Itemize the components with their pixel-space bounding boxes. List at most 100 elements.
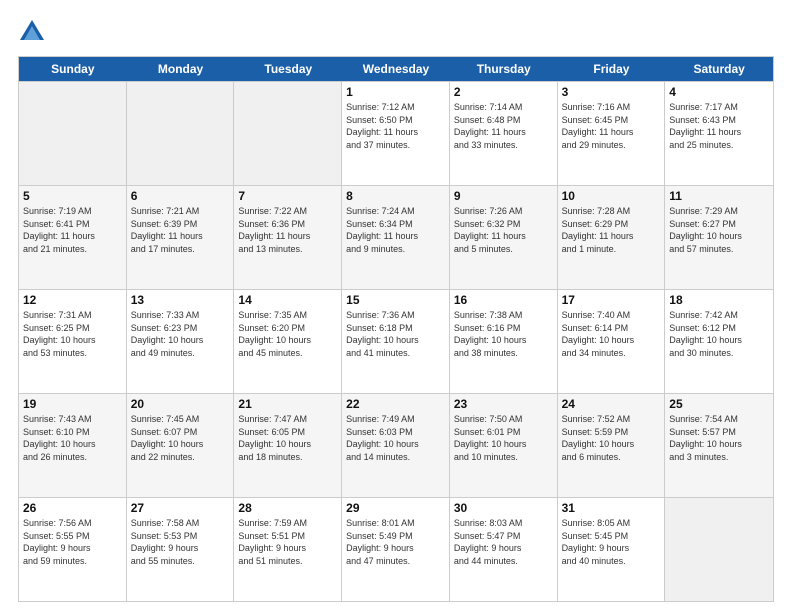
day-info: Sunrise: 7:36 AM Sunset: 6:18 PM Dayligh… — [346, 309, 445, 359]
header-day-friday: Friday — [558, 57, 666, 81]
day-number: 26 — [23, 501, 122, 515]
calendar-body: 1 Sunrise: 7:12 AM Sunset: 6:50 PM Daylig… — [19, 81, 773, 601]
header-day-saturday: Saturday — [665, 57, 773, 81]
empty-cell — [19, 82, 127, 185]
day-number: 1 — [346, 85, 445, 99]
page: SundayMondayTuesdayWednesdayThursdayFrid… — [0, 0, 792, 612]
day-cell-5: 5 Sunrise: 7:19 AM Sunset: 6:41 PM Daylig… — [19, 186, 127, 289]
day-cell-8: 8Sunrise: 7:24 AM Sunset: 6:34 PM Daylig… — [342, 186, 450, 289]
day-number: 13 — [131, 293, 230, 307]
header-day-tuesday: Tuesday — [234, 57, 342, 81]
day-info: Sunrise: 7:40 AM Sunset: 6:14 PM Dayligh… — [562, 309, 661, 359]
week-row-2: 12 Sunrise: 7:31 AM Sunset: 6:25 PM Dayli… — [19, 289, 773, 393]
day-number: 4 — [669, 85, 769, 99]
day-cell-29: 29 Sunrise: 8:01 AM Sunset: 5:49 PM Dayli… — [342, 498, 450, 601]
day-cell-18: 18 Sunrise: 7:42 AM Sunset: 6:12 PM Dayli… — [665, 290, 773, 393]
day-info: Sunrise: 7:26 AM Sunset: 6:32 PM Dayligh… — [454, 205, 553, 255]
week-row-0: 1 Sunrise: 7:12 AM Sunset: 6:50 PM Daylig… — [19, 81, 773, 185]
week-row-1: 5 Sunrise: 7:19 AM Sunset: 6:41 PM Daylig… — [19, 185, 773, 289]
day-info: Sunrise: 7:33 AM Sunset: 6:23 PM Dayligh… — [131, 309, 230, 359]
day-cell-9: 9 Sunrise: 7:26 AM Sunset: 6:32 PM Daylig… — [450, 186, 558, 289]
day-number: 29 — [346, 501, 445, 515]
day-info: Sunrise: 7:52 AM Sunset: 5:59 PM Dayligh… — [562, 413, 661, 463]
day-cell-1: 1 Sunrise: 7:12 AM Sunset: 6:50 PM Daylig… — [342, 82, 450, 185]
calendar-header: SundayMondayTuesdayWednesdayThursdayFrid… — [19, 57, 773, 81]
day-number: 24 — [562, 397, 661, 411]
day-number: 19 — [23, 397, 122, 411]
logo-icon — [18, 18, 46, 46]
day-number: 20 — [131, 397, 230, 411]
day-cell-24: 24 Sunrise: 7:52 AM Sunset: 5:59 PM Dayli… — [558, 394, 666, 497]
day-info: Sunrise: 7:42 AM Sunset: 6:12 PM Dayligh… — [669, 309, 769, 359]
day-cell-26: 26 Sunrise: 7:56 AM Sunset: 5:55 PM Dayli… — [19, 498, 127, 601]
day-cell-7: 7Sunrise: 7:22 AM Sunset: 6:36 PM Daylig… — [234, 186, 342, 289]
day-info: Sunrise: 8:01 AM Sunset: 5:49 PM Dayligh… — [346, 517, 445, 567]
day-number: 25 — [669, 397, 769, 411]
day-info: Sunrise: 7:17 AM Sunset: 6:43 PM Dayligh… — [669, 101, 769, 151]
day-number: 5 — [23, 189, 122, 203]
day-info: Sunrise: 7:28 AM Sunset: 6:29 PM Dayligh… — [562, 205, 661, 255]
day-number: 6 — [131, 189, 230, 203]
day-info: Sunrise: 7:47 AM Sunset: 6:05 PM Dayligh… — [238, 413, 337, 463]
day-number: 23 — [454, 397, 553, 411]
day-info: Sunrise: 7:22 AM Sunset: 6:36 PM Dayligh… — [238, 205, 337, 255]
day-cell-25: 25 Sunrise: 7:54 AM Sunset: 5:57 PM Dayli… — [665, 394, 773, 497]
day-number: 2 — [454, 85, 553, 99]
day-info: Sunrise: 7:43 AM Sunset: 6:10 PM Dayligh… — [23, 413, 122, 463]
day-cell-20: 20 Sunrise: 7:45 AM Sunset: 6:07 PM Dayli… — [127, 394, 235, 497]
day-cell-13: 13 Sunrise: 7:33 AM Sunset: 6:23 PM Dayli… — [127, 290, 235, 393]
day-info: Sunrise: 7:45 AM Sunset: 6:07 PM Dayligh… — [131, 413, 230, 463]
day-number: 16 — [454, 293, 553, 307]
week-row-3: 19 Sunrise: 7:43 AM Sunset: 6:10 PM Dayli… — [19, 393, 773, 497]
day-number: 9 — [454, 189, 553, 203]
day-cell-3: 3Sunrise: 7:16 AM Sunset: 6:45 PM Daylig… — [558, 82, 666, 185]
day-number: 18 — [669, 293, 769, 307]
day-cell-17: 17 Sunrise: 7:40 AM Sunset: 6:14 PM Dayli… — [558, 290, 666, 393]
day-info: Sunrise: 7:12 AM Sunset: 6:50 PM Dayligh… — [346, 101, 445, 151]
day-info: Sunrise: 7:16 AM Sunset: 6:45 PM Dayligh… — [562, 101, 661, 151]
day-number: 22 — [346, 397, 445, 411]
day-info: Sunrise: 7:24 AM Sunset: 6:34 PM Dayligh… — [346, 205, 445, 255]
day-cell-21: 21 Sunrise: 7:47 AM Sunset: 6:05 PM Dayli… — [234, 394, 342, 497]
day-number: 12 — [23, 293, 122, 307]
week-row-4: 26 Sunrise: 7:56 AM Sunset: 5:55 PM Dayli… — [19, 497, 773, 601]
calendar: SundayMondayTuesdayWednesdayThursdayFrid… — [18, 56, 774, 602]
day-info: Sunrise: 7:21 AM Sunset: 6:39 PM Dayligh… — [131, 205, 230, 255]
day-cell-28: 28 Sunrise: 7:59 AM Sunset: 5:51 PM Dayli… — [234, 498, 342, 601]
day-number: 14 — [238, 293, 337, 307]
day-cell-6: 6 Sunrise: 7:21 AM Sunset: 6:39 PM Daylig… — [127, 186, 235, 289]
day-number: 31 — [562, 501, 661, 515]
day-number: 28 — [238, 501, 337, 515]
header-day-thursday: Thursday — [450, 57, 558, 81]
day-number: 17 — [562, 293, 661, 307]
day-cell-19: 19 Sunrise: 7:43 AM Sunset: 6:10 PM Dayli… — [19, 394, 127, 497]
day-number: 15 — [346, 293, 445, 307]
day-info: Sunrise: 7:58 AM Sunset: 5:53 PM Dayligh… — [131, 517, 230, 567]
day-cell-31: 31 Sunrise: 8:05 AM Sunset: 5:45 PM Dayli… — [558, 498, 666, 601]
day-number: 11 — [669, 189, 769, 203]
day-info: Sunrise: 7:59 AM Sunset: 5:51 PM Dayligh… — [238, 517, 337, 567]
day-info: Sunrise: 7:56 AM Sunset: 5:55 PM Dayligh… — [23, 517, 122, 567]
day-cell-16: 16Sunrise: 7:38 AM Sunset: 6:16 PM Dayli… — [450, 290, 558, 393]
day-number: 30 — [454, 501, 553, 515]
day-number: 21 — [238, 397, 337, 411]
day-cell-12: 12 Sunrise: 7:31 AM Sunset: 6:25 PM Dayli… — [19, 290, 127, 393]
day-cell-23: 23 Sunrise: 7:50 AM Sunset: 6:01 PM Dayli… — [450, 394, 558, 497]
header-day-monday: Monday — [127, 57, 235, 81]
day-cell-10: 10Sunrise: 7:28 AM Sunset: 6:29 PM Dayli… — [558, 186, 666, 289]
day-cell-27: 27 Sunrise: 7:58 AM Sunset: 5:53 PM Dayli… — [127, 498, 235, 601]
day-info: Sunrise: 7:35 AM Sunset: 6:20 PM Dayligh… — [238, 309, 337, 359]
header — [18, 18, 774, 46]
header-day-wednesday: Wednesday — [342, 57, 450, 81]
day-info: Sunrise: 7:14 AM Sunset: 6:48 PM Dayligh… — [454, 101, 553, 151]
day-info: Sunrise: 7:19 AM Sunset: 6:41 PM Dayligh… — [23, 205, 122, 255]
day-info: Sunrise: 7:50 AM Sunset: 6:01 PM Dayligh… — [454, 413, 553, 463]
day-cell-2: 2 Sunrise: 7:14 AM Sunset: 6:48 PM Daylig… — [450, 82, 558, 185]
day-info: Sunrise: 8:05 AM Sunset: 5:45 PM Dayligh… — [562, 517, 661, 567]
day-number: 27 — [131, 501, 230, 515]
day-info: Sunrise: 7:49 AM Sunset: 6:03 PM Dayligh… — [346, 413, 445, 463]
day-info: Sunrise: 7:31 AM Sunset: 6:25 PM Dayligh… — [23, 309, 122, 359]
day-info: Sunrise: 7:54 AM Sunset: 5:57 PM Dayligh… — [669, 413, 769, 463]
day-info: Sunrise: 7:29 AM Sunset: 6:27 PM Dayligh… — [669, 205, 769, 255]
day-cell-11: 11 Sunrise: 7:29 AM Sunset: 6:27 PM Dayli… — [665, 186, 773, 289]
